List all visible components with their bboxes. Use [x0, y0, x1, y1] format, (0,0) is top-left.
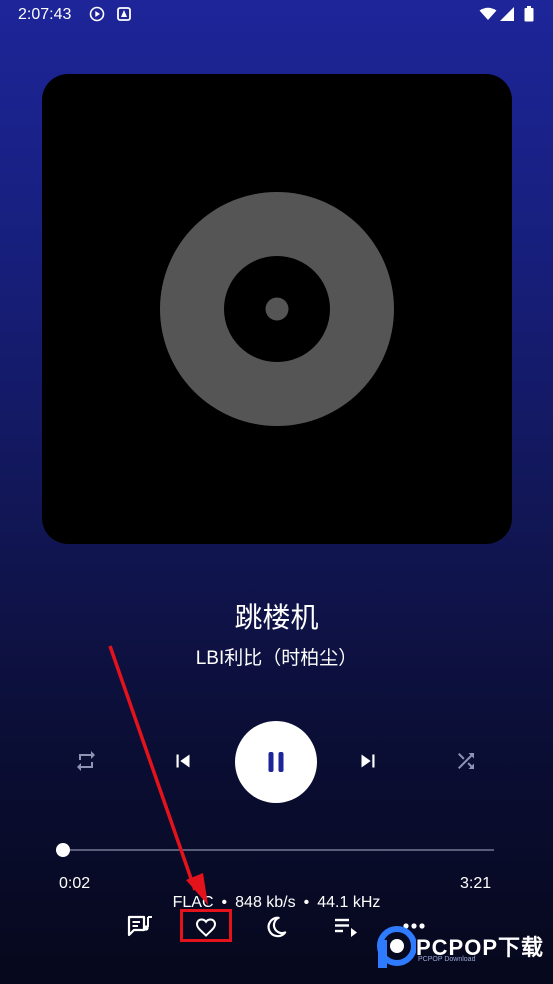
previous-button[interactable] — [167, 745, 199, 777]
next-button[interactable] — [352, 745, 384, 777]
sample-rate: 44.1 kHz — [317, 894, 381, 911]
pause-button[interactable] — [235, 721, 317, 803]
elapsed-time: 0:02 — [59, 875, 91, 892]
status-time: 2:07:43 — [18, 6, 72, 23]
album-art — [42, 74, 512, 544]
lyrics-icon — [127, 915, 152, 937]
shuffle-icon — [458, 753, 474, 769]
sleep-timer-button[interactable] — [260, 912, 292, 942]
song-artist: LBI利比（时柏尘） — [195, 648, 358, 669]
play-circle-icon — [89, 6, 105, 27]
pause-icon — [268, 752, 284, 772]
shuffle-button[interactable] — [450, 745, 482, 777]
watermark: PCPOP下载 PCPOP Download — [376, 926, 548, 970]
moon-icon — [267, 916, 287, 938]
status-bar: 2:07:43 — [0, 0, 553, 30]
queue-music-icon — [335, 918, 357, 937]
notification-icon — [117, 6, 131, 27]
pcpop-logo-icon — [377, 926, 416, 968]
battery-icon — [524, 6, 534, 27]
repeat-button[interactable] — [70, 745, 102, 777]
queue-button[interactable] — [330, 912, 362, 942]
bitrate: 848 kb/s — [235, 894, 296, 911]
separator: • — [303, 894, 310, 911]
progress-bar[interactable] — [63, 849, 494, 851]
audio-format-info: FLAC • 848 kb/s • 44.1 kHz — [0, 894, 553, 912]
repeat-icon — [77, 751, 95, 771]
vinyl-disc-icon — [160, 192, 394, 426]
now-playing-screen: 2:07:43 跳楼机 LBI利比（时柏尘） 0:02 3:21 FLAC • … — [0, 0, 553, 984]
skip-next-icon — [361, 754, 375, 768]
wifi-icon — [479, 7, 497, 26]
total-time: 3:21 — [460, 875, 492, 892]
lyrics-button[interactable] — [124, 912, 156, 942]
watermark-sub: PCPOP Download — [418, 956, 476, 963]
progress-thumb[interactable] — [56, 843, 70, 857]
annotation-highlight-box — [180, 909, 232, 942]
signal-icon — [500, 7, 515, 26]
skip-previous-icon — [176, 754, 190, 768]
song-title: 跳楼机 — [234, 602, 319, 633]
